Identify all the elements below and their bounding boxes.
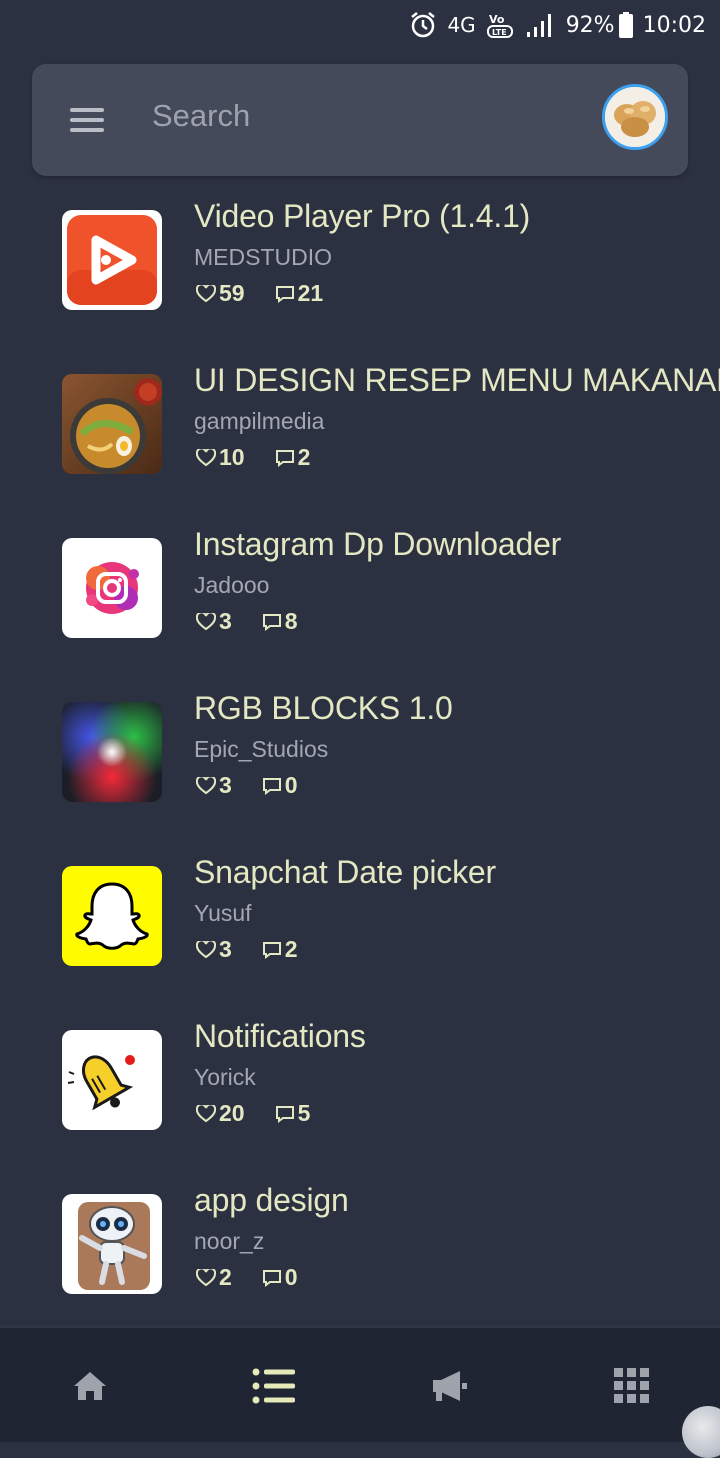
- comment-icon: [262, 777, 281, 795]
- item-author: Yorick: [194, 1064, 256, 1090]
- comment-count: 0: [284, 772, 298, 798]
- item-author: Jadooo: [194, 572, 270, 598]
- item-stats: 20 5: [196, 1100, 340, 1127]
- menu-icon[interactable]: [70, 108, 104, 132]
- comment-icon: [275, 449, 294, 467]
- list-item[interactable]: UI DESIGN RESEP MENU MAKANAN gampilmedia…: [0, 360, 720, 524]
- item-title: Instagram Dp Downloader: [194, 526, 562, 562]
- like-count: 20: [219, 1100, 245, 1126]
- project-list: Video Player Pro (1.4.1) MEDSTUDIO 59 21…: [0, 196, 720, 1344]
- item-author: noor_z: [194, 1228, 265, 1254]
- item-author: MEDSTUDIO: [194, 244, 332, 270]
- like-count: 3: [219, 936, 232, 962]
- item-stats: 59 21: [196, 280, 353, 307]
- list-item[interactable]: Notifications Yorick 20 5: [0, 1016, 720, 1180]
- comment-count: 2: [297, 444, 311, 470]
- comment-icon: [275, 1105, 294, 1123]
- avatar[interactable]: [602, 84, 668, 150]
- search-bar[interactable]: Search: [32, 64, 688, 176]
- bottom-navigation: [0, 1326, 720, 1458]
- volte-icon: Vo LTE: [486, 10, 516, 40]
- heart-icon: [196, 1268, 216, 1286]
- instagram-app-icon: [62, 538, 162, 638]
- comment-count: 21: [297, 280, 324, 306]
- megaphone-icon[interactable]: [428, 1366, 472, 1406]
- item-stats: 2 0: [196, 1264, 328, 1291]
- comment-count: 8: [284, 608, 298, 634]
- like-count: 3: [219, 608, 232, 634]
- svg-text:Vo: Vo: [489, 13, 505, 26]
- bell-notification-icon: [62, 1030, 162, 1130]
- list-item[interactable]: RGB BLOCKS 1.0 Epic_Studios 3 0: [0, 688, 720, 852]
- list-item[interactable]: Instagram Dp Downloader Jadooo 3 8: [0, 524, 720, 688]
- like-count: 3: [219, 772, 232, 798]
- item-stats: 10 2: [196, 444, 340, 471]
- status-bar: 4G Vo LTE 92% 10:02: [0, 0, 720, 50]
- comment-count: 2: [284, 936, 298, 962]
- battery-percent: 92%: [565, 12, 615, 38]
- comment-icon: [262, 941, 281, 959]
- home-icon[interactable]: [68, 1366, 112, 1406]
- item-title: RGB BLOCKS 1.0: [194, 690, 453, 726]
- item-title: Snapchat Date picker: [194, 854, 496, 890]
- snapchat-app-icon: [62, 866, 162, 966]
- heart-icon: [196, 940, 216, 958]
- item-title: Video Player Pro (1.4.1): [194, 198, 531, 234]
- rgb-lights-image: [62, 702, 162, 802]
- item-title: UI DESIGN RESEP MENU MAKANAN: [194, 362, 720, 398]
- list-icon[interactable]: [252, 1366, 296, 1406]
- comment-icon: [275, 285, 294, 303]
- search-input[interactable]: Search: [152, 98, 250, 134]
- list-item[interactable]: Snapchat Date picker Yusuf 3 2: [0, 852, 720, 1016]
- list-item[interactable]: Video Player Pro (1.4.1) MEDSTUDIO 59 21: [0, 196, 720, 360]
- comment-count: 5: [297, 1100, 311, 1126]
- network-type: 4G: [447, 13, 476, 37]
- list-item[interactable]: app design noor_z 2 0: [0, 1180, 720, 1344]
- item-title: app design: [194, 1182, 349, 1218]
- signal-icon: [526, 12, 556, 38]
- like-count: 10: [219, 444, 245, 470]
- comment-icon: [262, 613, 281, 631]
- heart-icon: [196, 1104, 216, 1122]
- comment-icon: [262, 1269, 281, 1287]
- food-bowl-image: [62, 374, 162, 474]
- heart-icon: [196, 612, 216, 630]
- item-author: Yusuf: [194, 900, 252, 926]
- grid-apps-icon[interactable]: [610, 1366, 654, 1406]
- like-count: 2: [219, 1264, 232, 1290]
- floating-assistive-touch-button[interactable]: [682, 1406, 720, 1458]
- video-player-app-icon: [62, 210, 162, 310]
- heart-icon: [196, 284, 216, 302]
- svg-text:LTE: LTE: [492, 28, 507, 37]
- comment-count: 0: [284, 1264, 298, 1290]
- item-author: Epic_Studios: [194, 736, 329, 762]
- heart-icon: [196, 448, 216, 466]
- clock: 10:02: [642, 12, 706, 38]
- item-title: Notifications: [194, 1018, 366, 1054]
- item-author: gampilmedia: [194, 408, 325, 434]
- item-stats: 3 8: [196, 608, 328, 635]
- avatar-image: [605, 87, 665, 147]
- heart-icon: [196, 776, 216, 794]
- item-stats: 3 0: [196, 772, 328, 799]
- item-stats: 3 2: [196, 936, 328, 963]
- robot-image: [62, 1194, 162, 1294]
- battery-icon: [618, 12, 633, 38]
- alarm-icon: [409, 11, 437, 39]
- like-count: 59: [219, 280, 245, 306]
